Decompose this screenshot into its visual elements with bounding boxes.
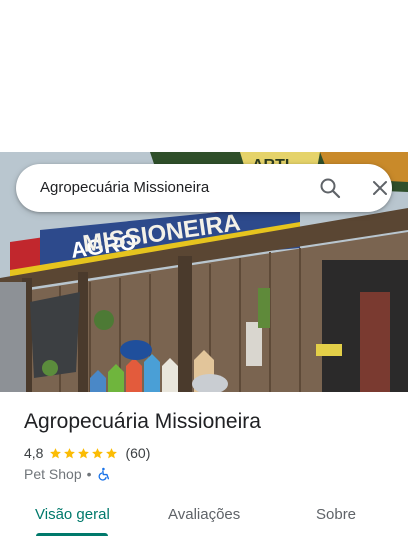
- category-row: Pet Shop •: [24, 465, 111, 483]
- place-title: Agropecuária Missioneira: [24, 410, 261, 433]
- close-icon[interactable]: [368, 176, 392, 200]
- tab-about[interactable]: Sobre: [316, 506, 356, 523]
- map-blank-area: [0, 0, 408, 152]
- tab-bar: Visão geral Avaliações Sobre: [0, 502, 408, 544]
- rating-value: 4,8: [24, 445, 44, 461]
- search-bar[interactable]: Agropecuária Missioneira: [16, 164, 392, 212]
- review-count[interactable]: (60): [125, 445, 150, 461]
- category-label[interactable]: Pet Shop: [24, 466, 82, 482]
- star-icon: [50, 447, 62, 458]
- rating-row[interactable]: 4,8 (60): [24, 444, 150, 462]
- star-icon: [106, 447, 118, 458]
- star-icon: [92, 447, 104, 458]
- tab-overview[interactable]: Visão geral: [35, 506, 110, 523]
- star-icon: [78, 447, 90, 458]
- separator-dot: •: [86, 466, 92, 482]
- search-input[interactable]: Agropecuária Missioneira: [40, 179, 209, 196]
- star-icon: [64, 447, 76, 458]
- search-icon[interactable]: [318, 176, 342, 200]
- wheelchair-icon: [97, 467, 111, 481]
- tab-reviews[interactable]: Avaliações: [168, 506, 240, 523]
- place-info-panel: Agropecuária Missioneira 4,8 (60) Pet Sh…: [0, 392, 408, 544]
- star-rating: [49, 447, 119, 460]
- active-tab-indicator: [36, 533, 108, 536]
